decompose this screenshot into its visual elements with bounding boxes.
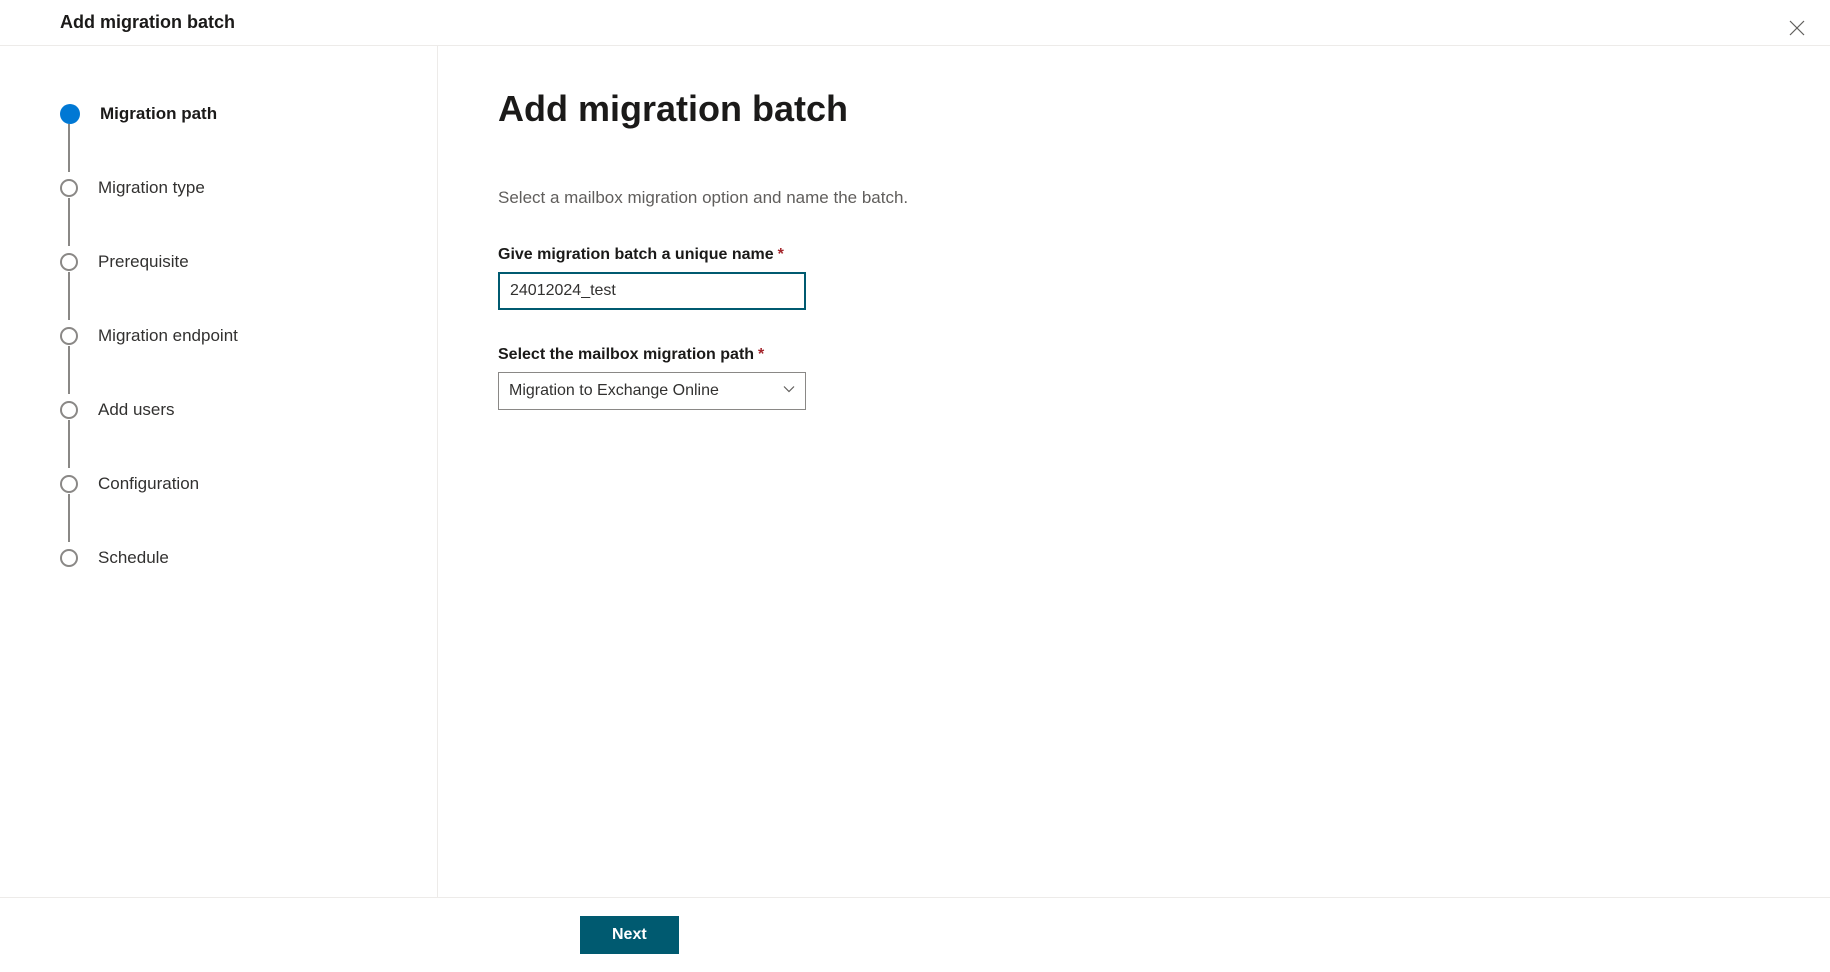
step-connector <box>68 346 70 394</box>
step-label: Migration endpoint <box>98 326 238 346</box>
step-connector <box>68 198 70 246</box>
batch-name-input[interactable] <box>498 272 806 310</box>
step-marker-icon <box>60 253 78 271</box>
wizard-step-prerequisite[interactable]: Prerequisite <box>60 244 397 280</box>
next-button[interactable]: Next <box>580 916 679 954</box>
migration-path-label: Select the mailbox migration path* <box>498 346 1770 364</box>
dialog-header: Add migration batch <box>0 0 1830 46</box>
step-marker-icon <box>60 104 80 124</box>
close-icon <box>1788 25 1806 40</box>
step-connector <box>68 124 70 172</box>
migration-path-label-text: Select the mailbox migration path <box>498 346 754 363</box>
wizard-steps-sidebar: Migration path Migration type Prerequisite… <box>0 46 438 897</box>
step-marker-icon <box>60 179 78 197</box>
step-marker-icon <box>60 327 78 345</box>
step-label: Add users <box>98 400 175 420</box>
step-connector <box>68 420 70 468</box>
step-label: Migration type <box>98 178 205 198</box>
step-label: Migration path <box>100 104 217 124</box>
dialog-title: Add migration batch <box>60 12 235 33</box>
wizard-step-migration-endpoint[interactable]: Migration endpoint <box>60 318 397 354</box>
page-description: Select a mailbox migration option and na… <box>498 188 1770 208</box>
batch-name-label: Give migration batch a unique name* <box>498 246 1770 264</box>
dialog-footer: Next <box>0 897 1830 972</box>
required-indicator: * <box>778 246 784 263</box>
wizard-step-migration-path[interactable]: Migration path <box>60 96 397 132</box>
migration-path-value: Migration to Exchange Online <box>509 382 719 399</box>
batch-name-group: Give migration batch a unique name* <box>498 246 1770 310</box>
wizard-step-configuration[interactable]: Configuration <box>60 466 397 502</box>
wizard-step-schedule[interactable]: Schedule <box>60 540 397 576</box>
step-marker-icon <box>60 475 78 493</box>
batch-name-label-text: Give migration batch a unique name <box>498 246 774 263</box>
step-label: Prerequisite <box>98 252 189 272</box>
main-content: Add migration batch Select a mailbox mig… <box>438 46 1830 897</box>
close-button[interactable] <box>1784 15 1810 44</box>
page-title: Add migration batch <box>498 88 1770 130</box>
wizard-step-add-users[interactable]: Add users <box>60 392 397 428</box>
step-label: Configuration <box>98 474 199 494</box>
migration-path-group: Select the mailbox migration path* Migra… <box>498 346 1770 410</box>
step-marker-icon <box>60 549 78 567</box>
step-connector <box>68 272 70 320</box>
step-connector <box>68 494 70 542</box>
step-marker-icon <box>60 401 78 419</box>
step-label: Schedule <box>98 548 169 568</box>
migration-path-select[interactable]: Migration to Exchange Online <box>498 372 806 410</box>
required-indicator: * <box>758 346 764 363</box>
wizard-step-migration-type[interactable]: Migration type <box>60 170 397 206</box>
